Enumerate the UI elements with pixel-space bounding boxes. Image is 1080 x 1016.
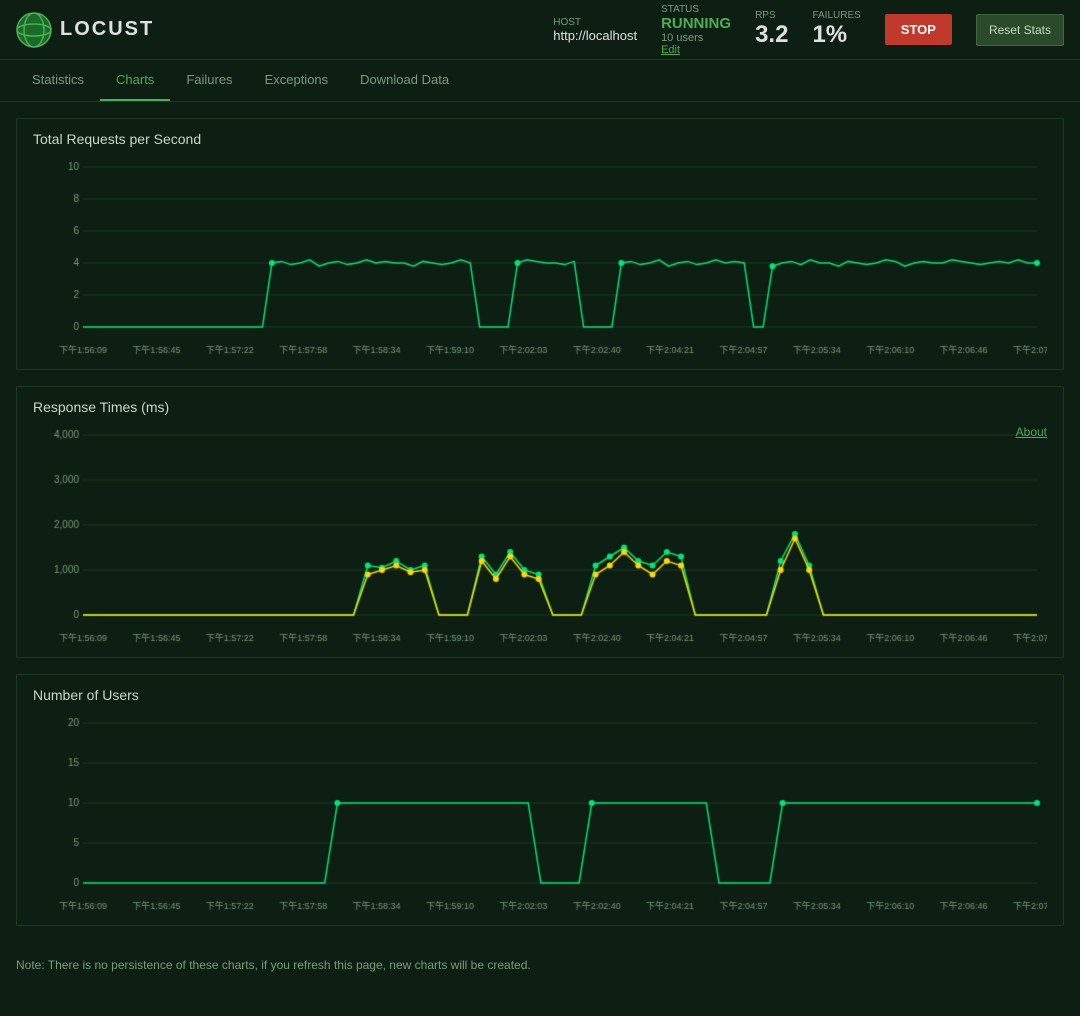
failures-value: 1% (812, 21, 860, 49)
status-value: RUNNING (661, 15, 731, 32)
note-text: Note: There is no persistence of these c… (16, 942, 1064, 988)
navigation: Statistics Charts Failures Exceptions Do… (0, 60, 1080, 102)
edit-link[interactable]: Edit (661, 44, 731, 56)
about-link[interactable]: About (1016, 425, 1047, 439)
users-chart-section: Number of Users (16, 674, 1064, 926)
users-chart-container (33, 713, 1047, 913)
response-chart-section: Response Times (ms) About (16, 386, 1064, 658)
host-value: http://localhost (553, 28, 637, 43)
header-info: HOST http://localhost STATUS RUNNING 10 … (553, 4, 1064, 56)
response-chart-title: Response Times (ms) (33, 399, 1047, 415)
response-chart-canvas (33, 425, 1047, 645)
nav-exceptions[interactable]: Exceptions (249, 60, 345, 101)
nav-download[interactable]: Download Data (344, 60, 465, 101)
status-label: STATUS (661, 4, 731, 15)
failures-block: FAILURES 1% (812, 10, 860, 49)
status-block: STATUS RUNNING 10 users Edit (661, 4, 731, 56)
rps-chart-title: Total Requests per Second (33, 131, 1047, 147)
users-chart-canvas (33, 713, 1047, 913)
reset-button[interactable]: Reset Stats (976, 14, 1064, 46)
rps-chart-section: Total Requests per Second (16, 118, 1064, 370)
rps-label: RPS (755, 10, 788, 21)
header: LOCUST HOST http://localhost STATUS RUNN… (0, 0, 1080, 60)
rps-chart-canvas (33, 157, 1047, 357)
logo-icon (16, 12, 52, 48)
nav-charts[interactable]: Charts (100, 60, 170, 101)
logo-text: LOCUST (60, 18, 154, 41)
host-label: HOST (553, 17, 637, 28)
failures-label: FAILURES (812, 10, 860, 21)
rps-value: 3.2 (755, 21, 788, 49)
main-content: Total Requests per Second Response Times… (0, 102, 1080, 1004)
nav-failures[interactable]: Failures (170, 60, 248, 101)
stop-button[interactable]: STOP (885, 14, 952, 45)
nav-statistics[interactable]: Statistics (16, 60, 100, 101)
users-chart-title: Number of Users (33, 687, 1047, 703)
host-block: HOST http://localhost (553, 17, 637, 43)
logo: LOCUST (16, 12, 154, 48)
rps-chart-container (33, 157, 1047, 357)
response-chart-container: About (33, 425, 1047, 645)
users-value: 10 users (661, 32, 731, 44)
rps-block: RPS 3.2 (755, 10, 788, 49)
